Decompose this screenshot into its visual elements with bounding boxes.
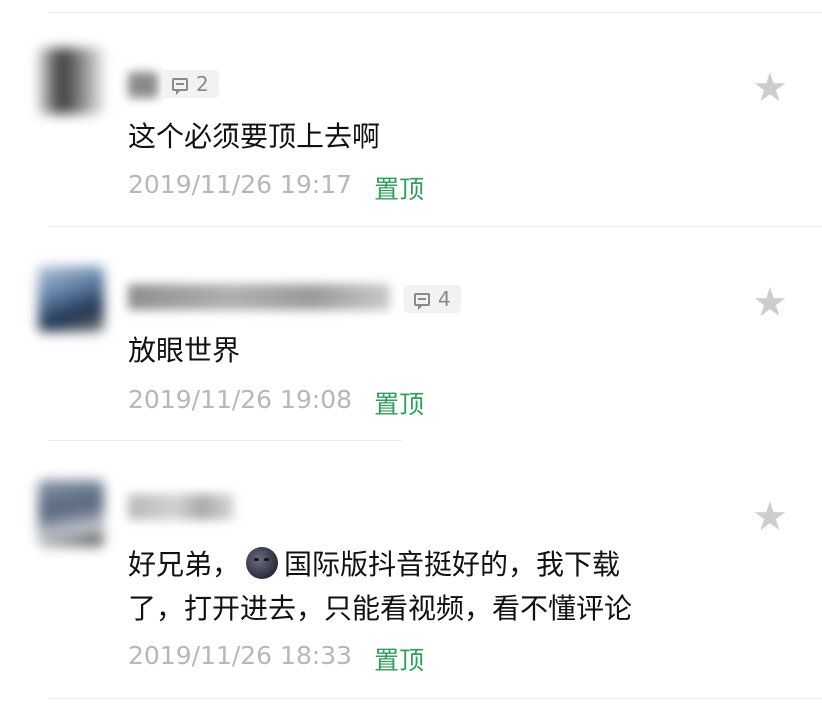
reply-count-badge[interactable]: 4	[404, 285, 461, 313]
star-icon[interactable]: ★	[752, 283, 788, 323]
comment-text-line2: 了，打开进去，只能看视频，看不懂评论	[128, 592, 633, 625]
comment-text: 这个必须要顶上去啊	[128, 120, 381, 153]
comment-bubble-icon	[414, 292, 430, 310]
username-blurred[interactable]	[128, 284, 390, 310]
comment-text: 放眼世界	[128, 334, 241, 367]
star-icon[interactable]: ★	[752, 497, 788, 537]
timestamp: 2019/11/26 18:33	[128, 641, 353, 670]
avatar[interactable]	[38, 266, 104, 332]
reply-count: 2	[196, 72, 209, 96]
avatar[interactable]	[38, 48, 104, 114]
reply-count-badge[interactable]: 2	[162, 70, 219, 98]
comment-bubble-icon	[172, 77, 188, 95]
reply-count: 4	[438, 287, 451, 311]
comment-text-part: 好兄弟，	[128, 548, 241, 581]
divider	[48, 440, 402, 441]
comment-text: 好兄弟， 国际版抖音挺好的，我下载	[128, 542, 620, 588]
star-icon[interactable]: ★	[752, 68, 788, 108]
comment-text-part: 国际版抖音挺好的，我下载	[284, 548, 621, 581]
pin-to-top-link[interactable]: 置顶	[374, 385, 424, 421]
username-blurred[interactable]	[128, 494, 234, 520]
new-moon-face-icon	[246, 547, 279, 579]
timestamp: 2019/11/26 19:08	[128, 385, 353, 414]
divider	[48, 226, 822, 227]
pin-to-top-link[interactable]: 置顶	[374, 170, 424, 206]
comment-meta: 2019/11/26 19:08 置顶	[128, 385, 424, 421]
divider	[48, 12, 822, 13]
divider	[48, 698, 822, 699]
pin-to-top-link[interactable]: 置顶	[374, 641, 424, 677]
comment-meta: 2019/11/26 19:17 置顶	[128, 170, 424, 206]
username-blurred[interactable]	[128, 72, 158, 98]
timestamp: 2019/11/26 19:17	[128, 170, 353, 199]
avatar[interactable]	[38, 480, 104, 546]
comment-meta: 2019/11/26 18:33 置顶	[128, 641, 424, 677]
